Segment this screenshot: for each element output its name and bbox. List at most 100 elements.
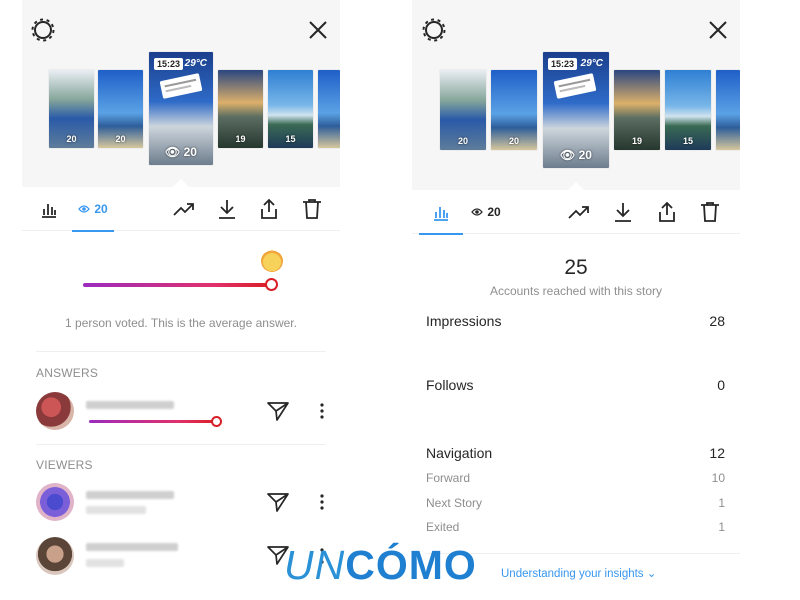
story-thumbnail-strip: 20 20 15:23 29°C 👁 20 19 15 <box>22 0 340 187</box>
view-count: 20 <box>115 134 126 144</box>
story-thumbnail[interactable]: 15 <box>268 70 313 148</box>
view-count: 19 <box>631 136 642 146</box>
tab-insights[interactable] <box>34 187 64 231</box>
avatar[interactable] <box>36 392 74 430</box>
divider <box>36 351 326 352</box>
blurred-fullname <box>86 559 124 567</box>
viewers-count: 20 <box>487 205 501 219</box>
eye-icon <box>78 205 91 213</box>
bar-chart-icon <box>434 207 448 221</box>
tab-viewers[interactable]: 20 <box>468 190 504 234</box>
tab-viewers[interactable]: 20 <box>72 187 114 232</box>
stat-follows: Follows 0 <box>426 377 725 393</box>
story-thumbnail[interactable] <box>318 70 340 148</box>
blurred-username <box>86 491 174 499</box>
bar-chart-icon <box>42 204 56 218</box>
send-icon[interactable] <box>266 490 290 514</box>
avatar[interactable] <box>36 537 74 575</box>
trash-icon[interactable] <box>698 200 722 224</box>
blurred-fullname <box>86 506 146 514</box>
time-sticker: 15:23 <box>154 58 184 70</box>
insights-tab-bar: 20 <box>412 190 740 235</box>
time-sticker: 15:23 <box>548 58 578 70</box>
story-thumbnail-selected[interactable]: 15:23 29°C 👁 20 <box>149 52 213 165</box>
story-insights-panel-right: 20 20 15:23 29°C 👁 20 19 15 20 25 Accoun… <box>412 0 740 600</box>
close-icon[interactable] <box>306 18 330 42</box>
stat-label: Next Story <box>426 496 483 510</box>
average-answer-text: 1 person voted. This is the average answ… <box>65 316 297 330</box>
tab-insights[interactable] <box>419 190 463 235</box>
trash-icon[interactable] <box>300 197 324 221</box>
viewer-row[interactable] <box>36 483 328 523</box>
temperature-sticker: 29°C <box>184 58 207 69</box>
viewers-section-title: VIEWERS <box>36 458 93 472</box>
send-icon[interactable] <box>266 399 290 423</box>
uncomo-logo: UN CÓMO <box>284 541 477 588</box>
story-thumbnail-strip: 20 20 15:23 29°C 👁 20 19 15 <box>412 0 740 190</box>
story-thumbnail[interactable]: 15 <box>665 70 711 150</box>
stat-label: Impressions <box>426 313 502 329</box>
more-icon[interactable] <box>316 400 328 422</box>
story-thumbnail[interactable]: 19 <box>218 70 263 148</box>
story-thumbnail[interactable]: 20 <box>98 70 143 148</box>
view-count: 20 <box>457 136 468 146</box>
sun-emoji-icon <box>261 250 283 272</box>
story-thumbnail[interactable]: 19 <box>614 70 660 150</box>
story-thumbnail[interactable]: 20 <box>49 70 94 148</box>
answer-slider-knob <box>211 416 222 427</box>
slider-track <box>83 283 270 287</box>
close-icon[interactable] <box>706 18 730 42</box>
understanding-insights-link[interactable]: Understanding your insights ⌄ <box>501 566 656 580</box>
gear-icon[interactable] <box>31 18 55 42</box>
answer-slider-track <box>89 420 216 423</box>
view-count: 👁 20 <box>560 148 592 162</box>
story-thumbnail[interactable]: 20 <box>491 70 537 150</box>
story-thumbnail-selected[interactable]: 15:23 29°C 👁 20 <box>543 52 609 168</box>
download-icon[interactable] <box>215 197 239 221</box>
stat-value: 10 <box>711 471 725 485</box>
accounts-reached-value: 25 <box>564 256 588 279</box>
view-count: 20 <box>66 134 77 144</box>
stat-label: Navigation <box>426 445 493 461</box>
view-count: 20 <box>508 136 519 146</box>
stat-value: 28 <box>709 313 725 329</box>
stat-label: Follows <box>426 377 474 393</box>
stat-value: 12 <box>709 445 725 461</box>
accounts-reached-label: Accounts reached with this story <box>489 284 663 298</box>
avatar[interactable] <box>36 483 74 521</box>
poll-slider-result: 1 person voted. This is the average answ… <box>22 245 340 345</box>
stat-value: 1 <box>718 520 725 534</box>
eye-icon <box>471 208 484 216</box>
more-icon[interactable] <box>316 491 328 513</box>
stat-navigation: Navigation 12 <box>426 445 725 461</box>
answers-section-title: ANSWERS <box>36 366 99 380</box>
selected-pointer <box>173 179 189 187</box>
view-count: 15 <box>285 134 296 144</box>
stat-label: Forward <box>426 471 471 485</box>
stat-forward: Forward 10 <box>426 471 725 485</box>
stat-label: Exited <box>426 520 460 534</box>
view-count: 15 <box>682 136 693 146</box>
eye-icon: 👁 <box>165 145 181 159</box>
answer-row[interactable] <box>36 392 328 432</box>
stat-exited: Exited 1 <box>426 520 725 534</box>
poll-sticker <box>553 73 597 99</box>
download-icon[interactable] <box>611 200 635 224</box>
eye-icon: 👁 <box>560 148 576 162</box>
stat-value: 0 <box>717 377 725 393</box>
stat-next-story: Next Story 1 <box>426 496 725 510</box>
temperature-sticker: 29°C <box>580 58 603 69</box>
insights-tab-bar: 20 <box>22 187 340 232</box>
trending-icon[interactable] <box>172 197 196 221</box>
poll-sticker <box>159 73 203 99</box>
view-count: 👁 20 <box>165 145 197 159</box>
share-icon[interactable] <box>655 200 679 224</box>
story-thumbnail[interactable] <box>716 70 740 150</box>
blurred-username <box>86 543 178 551</box>
view-count: 19 <box>235 134 246 144</box>
trending-icon[interactable] <box>567 200 591 224</box>
story-thumbnail[interactable]: 20 <box>440 70 486 150</box>
gear-icon[interactable] <box>422 18 446 42</box>
slider-average-knob <box>265 278 278 291</box>
share-icon[interactable] <box>257 197 281 221</box>
